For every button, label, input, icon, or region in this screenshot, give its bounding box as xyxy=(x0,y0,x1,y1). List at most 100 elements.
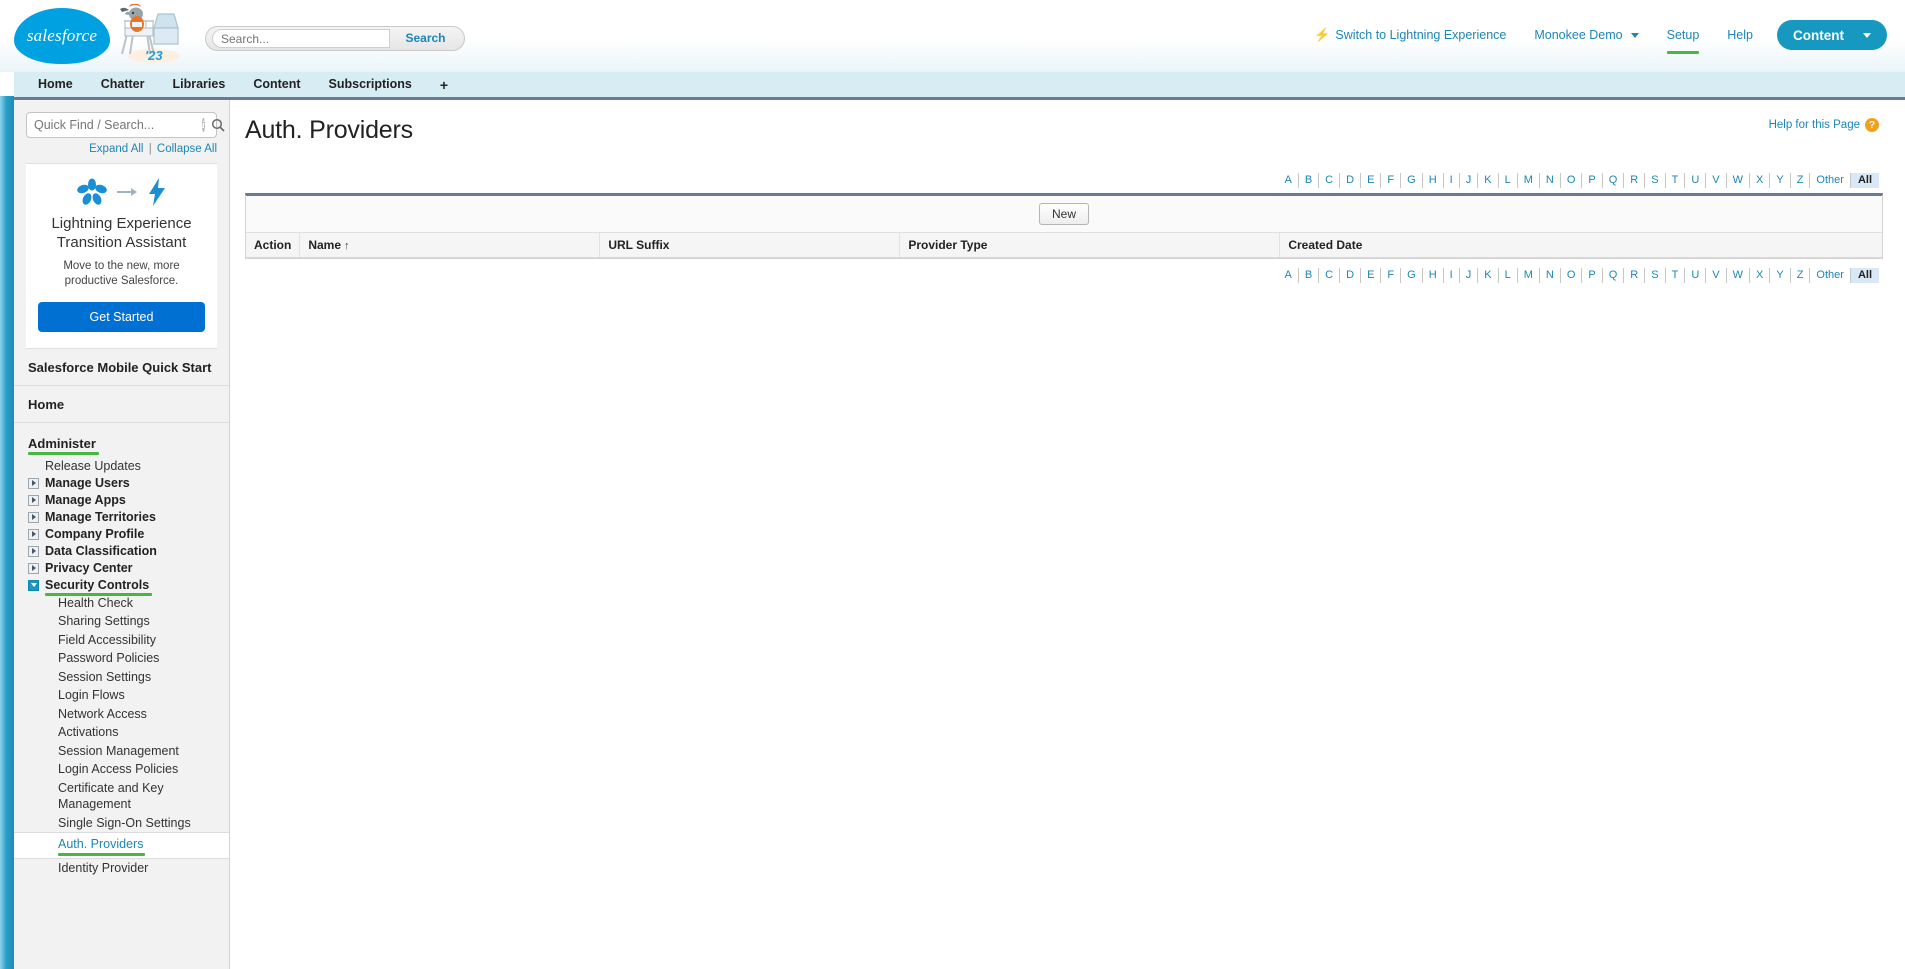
sidebar-item-security-controls[interactable]: Security Controls xyxy=(14,577,229,597)
alpha-filter-f[interactable]: F xyxy=(1381,173,1402,188)
sidebar-item-network-access[interactable]: Network Access xyxy=(14,705,229,724)
column-header-provider-type[interactable]: Provider Type xyxy=(899,233,1281,258)
alpha-filter-bottom-j[interactable]: J xyxy=(1460,268,1479,283)
collapse-all-link[interactable]: Collapse All xyxy=(157,143,217,155)
search-icon[interactable] xyxy=(211,118,225,132)
switch-to-lightning-link[interactable]: ⚡ Switch to Lightning Experience xyxy=(1300,22,1520,48)
alpha-filter-bottom-t[interactable]: T xyxy=(1666,268,1686,283)
alpha-filter-bottom-d[interactable]: D xyxy=(1340,268,1362,283)
alpha-filter-bottom-b[interactable]: B xyxy=(1299,268,1320,283)
alpha-filter-bottom-o[interactable]: O xyxy=(1561,268,1583,283)
alpha-filter-w[interactable]: W xyxy=(1727,173,1750,188)
sidebar-item-session-settings[interactable]: Session Settings xyxy=(14,668,229,687)
sidebar-item-activations[interactable]: Activations xyxy=(14,723,229,742)
alpha-filter-s[interactable]: S xyxy=(1645,173,1666,188)
sidebar-item-field-accessibility[interactable]: Field Accessibility xyxy=(14,631,229,650)
chevron-right-icon[interactable] xyxy=(28,562,39,574)
alpha-filter-bottom-z[interactable]: Z xyxy=(1791,268,1811,283)
sidebar-item-manage-users[interactable]: Manage Users xyxy=(14,475,229,492)
sidebar-item-certificate-key-management[interactable]: Certificate and Key Management xyxy=(14,779,229,814)
alpha-filter-other[interactable]: Other xyxy=(1810,173,1851,188)
sidebar-item-mobile-quick-start[interactable]: Salesforce Mobile Quick Start xyxy=(14,349,229,386)
alpha-filter-j[interactable]: J xyxy=(1460,173,1479,188)
column-header-created-date[interactable]: Created Date xyxy=(1279,233,1882,258)
new-button[interactable]: New xyxy=(1038,203,1089,225)
chevron-down-icon[interactable] xyxy=(28,579,39,591)
alpha-filter-g[interactable]: G xyxy=(1401,173,1423,188)
alpha-filter-bottom-s[interactable]: S xyxy=(1645,268,1666,283)
chevron-right-icon[interactable] xyxy=(28,494,39,506)
alpha-filter-bottom-i[interactable]: I xyxy=(1444,268,1460,283)
sidebar-item-session-management[interactable]: Session Management xyxy=(14,742,229,761)
expand-all-link[interactable]: Expand All xyxy=(89,143,143,155)
alpha-filter-u[interactable]: U xyxy=(1685,173,1707,188)
alpha-filter-bottom-u[interactable]: U xyxy=(1685,268,1707,283)
alpha-filter-bottom-l[interactable]: L xyxy=(1499,268,1518,283)
sidebar-item-login-flows[interactable]: Login Flows xyxy=(14,686,229,705)
sidebar-item-release-updates[interactable]: Release Updates xyxy=(14,458,229,475)
alpha-filter-bottom-v[interactable]: V xyxy=(1706,268,1727,283)
alpha-filter-m[interactable]: M xyxy=(1518,173,1540,188)
sidebar-item-data-classification[interactable]: Data Classification xyxy=(14,543,229,560)
info-icon[interactable]: i xyxy=(202,118,205,132)
sidebar-item-single-sign-on-settings[interactable]: Single Sign-On Settings xyxy=(14,814,229,833)
alpha-filter-d[interactable]: D xyxy=(1340,173,1362,188)
sidebar-item-auth-providers[interactable]: Auth. Providers xyxy=(14,832,229,859)
chevron-right-icon[interactable] xyxy=(28,545,39,557)
sidebar-item-manage-apps[interactable]: Manage Apps xyxy=(14,492,229,509)
alpha-filter-p[interactable]: P xyxy=(1582,173,1603,188)
alpha-filter-bottom-h[interactable]: H xyxy=(1423,268,1444,283)
sidebar-item-company-profile[interactable]: Company Profile xyxy=(14,526,229,543)
alpha-filter-bottom-g[interactable]: G xyxy=(1401,268,1423,283)
get-started-button[interactable]: Get Started xyxy=(38,301,205,332)
app-switcher-button[interactable]: Content xyxy=(1777,20,1887,50)
alpha-filter-bottom-n[interactable]: N xyxy=(1540,268,1561,283)
alpha-filter-l[interactable]: L xyxy=(1499,173,1518,188)
alpha-filter-r[interactable]: R xyxy=(1624,173,1646,188)
chevron-right-icon[interactable] xyxy=(28,528,39,540)
sidebar-item-home[interactable]: Home xyxy=(14,386,229,423)
alpha-filter-bottom-k[interactable]: K xyxy=(1478,268,1499,283)
search-button[interactable]: Search xyxy=(390,29,461,48)
help-for-this-page-link[interactable]: Help for this Page ? xyxy=(1769,118,1879,132)
alpha-filter-k[interactable]: K xyxy=(1478,173,1499,188)
setup-link[interactable]: Setup xyxy=(1653,22,1714,54)
sidebar-item-identity-provider[interactable]: Identity Provider xyxy=(14,859,229,878)
chevron-right-icon[interactable] xyxy=(28,477,39,489)
alpha-filter-y[interactable]: Y xyxy=(1770,173,1791,188)
sidebar-item-manage-territories[interactable]: Manage Territories xyxy=(14,509,229,526)
alpha-filter-q[interactable]: Q xyxy=(1603,173,1625,188)
alpha-filter-o[interactable]: O xyxy=(1561,173,1583,188)
alpha-filter-a[interactable]: A xyxy=(1278,173,1299,188)
alpha-filter-v[interactable]: V xyxy=(1706,173,1727,188)
alpha-filter-bottom-q[interactable]: Q xyxy=(1603,268,1625,283)
sidebar-item-login-access-policies[interactable]: Login Access Policies xyxy=(14,760,229,779)
alpha-filter-i[interactable]: I xyxy=(1444,173,1460,188)
sidebar-item-health-check[interactable]: Health Check xyxy=(14,594,229,613)
tab-home[interactable]: Home xyxy=(24,72,87,97)
column-header-url-suffix[interactable]: URL Suffix xyxy=(599,233,901,258)
column-header-action[interactable]: Action xyxy=(246,233,301,258)
alpha-filter-bottom-x[interactable]: X xyxy=(1750,268,1771,283)
alpha-filter-bottom-other[interactable]: Other xyxy=(1810,268,1851,283)
tab-chatter[interactable]: Chatter xyxy=(87,72,159,97)
alpha-filter-c[interactable]: C xyxy=(1319,173,1341,188)
alpha-filter-bottom-all[interactable]: All xyxy=(1850,268,1879,283)
help-link[interactable]: Help xyxy=(1713,22,1767,48)
alpha-filter-t[interactable]: T xyxy=(1666,173,1686,188)
alpha-filter-e[interactable]: E xyxy=(1361,173,1382,188)
alpha-filter-x[interactable]: X xyxy=(1750,173,1771,188)
tab-content[interactable]: Content xyxy=(239,72,314,97)
alpha-filter-all[interactable]: All xyxy=(1850,173,1879,188)
alpha-filter-h[interactable]: H xyxy=(1423,173,1444,188)
alpha-filter-bottom-r[interactable]: R xyxy=(1624,268,1646,283)
alpha-filter-b[interactable]: B xyxy=(1299,173,1320,188)
add-tab-button[interactable]: + xyxy=(426,77,462,93)
alpha-filter-bottom-e[interactable]: E xyxy=(1361,268,1382,283)
alpha-filter-bottom-f[interactable]: F xyxy=(1381,268,1402,283)
user-menu[interactable]: Monokee Demo xyxy=(1520,22,1652,48)
global-search[interactable]: Search xyxy=(205,26,465,51)
column-header-name[interactable]: Name ↑ xyxy=(299,233,601,258)
quick-find-input[interactable] xyxy=(27,113,202,137)
alpha-filter-bottom-p[interactable]: P xyxy=(1582,268,1603,283)
